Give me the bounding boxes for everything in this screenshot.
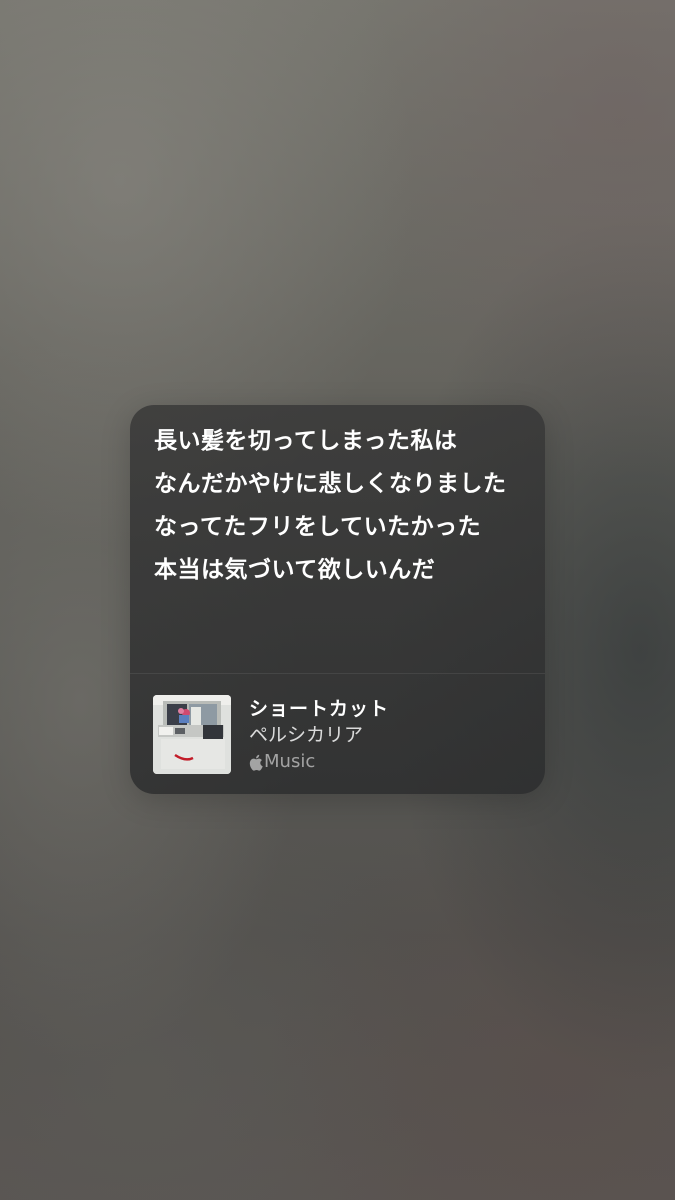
apple-music-badge: Music [249, 750, 389, 774]
lyric-line: なってたフリをしていたかった [154, 514, 482, 540]
apple-logo-icon [249, 754, 263, 771]
lyric-line: 長い髪を切ってしまった私は [154, 428, 458, 454]
song-info[interactable]: ショートカット ペルシカリア Music [153, 695, 525, 775]
artist-name: ペルシカリア [249, 724, 364, 746]
lyric-line: なんだかやけに悲しくなりました [154, 471, 507, 497]
lyrics-share-card[interactable]: 長い髪を切ってしまった私は なんだかやけに悲しくなりました なってたフリをしてい… [130, 405, 545, 794]
song-title: ショートカット [249, 698, 390, 720]
album-artwork-image [153, 695, 231, 774]
song-meta: ショートカット ペルシカリア Music [249, 697, 389, 774]
album-artwork[interactable] [153, 695, 231, 774]
divider [130, 673, 545, 674]
service-name: Music [264, 751, 316, 772]
lyrics-block: 長い髪を切ってしまった私は なんだかやけに悲しくなりました なってたフリをしてい… [154, 423, 524, 595]
lyric-line: 本当は気づいて欲しいんだ [154, 557, 436, 583]
